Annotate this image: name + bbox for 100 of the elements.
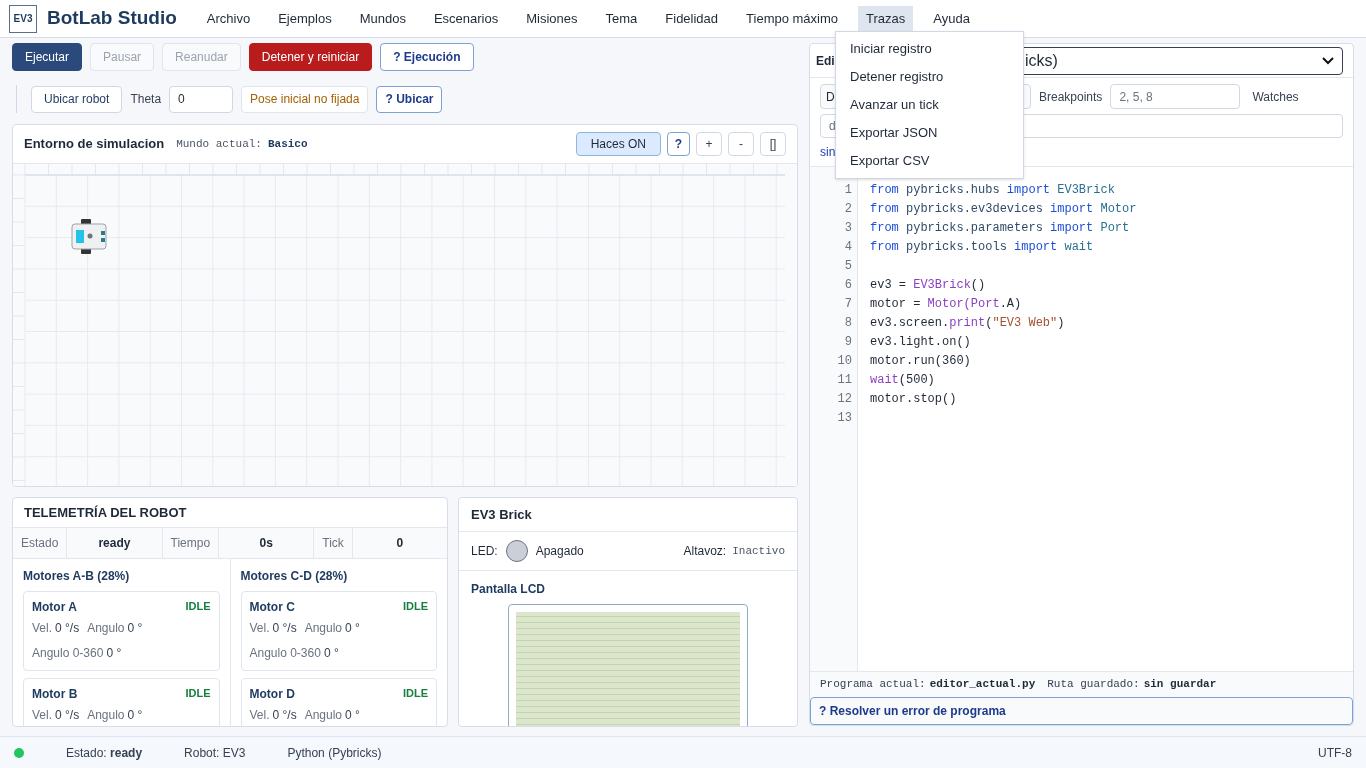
field-value: 0 °: [127, 707, 143, 724]
line-number: 5: [843, 258, 852, 275]
speaker-label: Altavoz:: [683, 543, 727, 560]
stat-value: 0s: [219, 528, 315, 558]
zoom-control[interactable]: -: [728, 132, 754, 156]
help-button[interactable]: ? Resolver un error de programa: [810, 697, 1353, 725]
theta-label: Theta: [130, 91, 162, 108]
zoom-control[interactable]: +: [696, 132, 722, 156]
field-label: Angulo: [304, 707, 343, 724]
zoom-control[interactable]: []: [760, 132, 786, 156]
lcd-title: Pantalla LCD: [470, 581, 546, 598]
code-line: from pybricks.hubs import EV3Brick: [870, 182, 1115, 199]
status-state: Estado: ready: [66, 744, 143, 762]
motor-status: IDLE: [185, 686, 211, 701]
field-value: 0 °: [323, 645, 339, 662]
motor-status: IDLE: [402, 599, 428, 614]
speaker-state: Inactivo: [732, 543, 785, 559]
group-title: Motores C-D (28%): [240, 568, 349, 585]
code-line: ev3 = EV3Brick(): [870, 277, 986, 294]
field-value: 0 °: [345, 620, 360, 637]
help-button[interactable]: ?: [667, 132, 690, 156]
motor-name: Motor D: [249, 686, 295, 703]
field-label: Vel.: [32, 707, 52, 724]
menu-item[interactable]: Mundos: [351, 5, 414, 32]
line-number: 10: [836, 353, 852, 370]
menu-item[interactable]: Escenarios: [425, 5, 507, 32]
code-line: wait(500): [870, 372, 935, 389]
help-button[interactable]: ? Ubicar: [376, 85, 443, 113]
field-label: Vel.: [249, 620, 270, 637]
place-robot-button[interactable]: Ubicar robot: [31, 85, 123, 113]
field-value: 0 °/s: [55, 707, 80, 724]
stat-value: 0: [395, 535, 405, 552]
pose-status: Pose inicial no fijada: [241, 85, 369, 113]
field-label: Vel.: [249, 707, 270, 724]
breakpoints-field[interactable]: 2, 5, 8: [1110, 84, 1241, 109]
code-line: from pybricks.ev3devices import Motor: [870, 201, 1137, 218]
path-value: sin guardar: [1143, 677, 1217, 693]
breakpoints-label: Breakpoints: [1039, 88, 1103, 106]
menu-item[interactable]: Ayuda: [925, 5, 978, 32]
toolbar-button[interactable]: Ejecutar: [12, 43, 83, 71]
menu-item[interactable]: Trazas: [858, 5, 914, 32]
code-line: from pybricks.parameters import Port: [870, 220, 1130, 237]
code-line: ev3.light.on(): [870, 334, 971, 351]
line-number: 9: [843, 334, 852, 351]
field-value: 0 °: [345, 707, 360, 724]
stat-value: ready: [67, 528, 163, 558]
toolbar-button[interactable]: ? Ejecución: [380, 43, 474, 71]
code-line: ev3.screen.print("EV3 Web"): [870, 315, 1065, 332]
line-number: 12: [836, 391, 852, 408]
led-state: Apagado: [535, 543, 584, 560]
field-label: Angulo: [87, 707, 125, 724]
motor-name: Motor B: [32, 686, 78, 703]
motor-name: Motor C: [249, 599, 295, 616]
panel-title: Edi: [816, 52, 836, 70]
line-number: 3: [843, 220, 852, 237]
world-name: Basico: [267, 136, 308, 152]
led-label: LED:: [471, 543, 498, 560]
field-value: 0 °/s: [272, 620, 297, 637]
editor-note: sin: [820, 144, 836, 161]
world-label: Mundo actual:: [176, 136, 262, 152]
field-label: Angulo: [304, 620, 343, 637]
stat-label: Tiempo: [162, 528, 220, 558]
line-number: 7: [843, 296, 852, 313]
code-line: motor = Motor(Port.A): [870, 296, 1022, 313]
menu-item[interactable]: Tema: [597, 5, 646, 32]
robot-icon[interactable]: [71, 219, 107, 254]
motor-status: IDLE: [402, 686, 428, 701]
status-robot: Robot: EV3: [184, 744, 246, 762]
menu-item[interactable]: Misiones: [518, 5, 586, 32]
line-number: 2: [843, 201, 852, 218]
field-value: 0 °: [106, 645, 122, 662]
panel-title: EV3 Brick: [459, 498, 797, 532]
stat-label: Tick: [314, 528, 353, 558]
menu-item[interactable]: Archivo: [198, 5, 259, 32]
menu-item[interactable]: Tiempo máximo: [738, 5, 847, 32]
line-number: 11: [836, 372, 852, 389]
status-encoding: UTF-8: [1318, 744, 1352, 762]
menu-option[interactable]: Exportar CSV: [836, 147, 1023, 175]
toolbar-button[interactable]: Detener y reiniciar: [248, 43, 373, 71]
theta-field[interactable]: 0: [169, 85, 234, 113]
line-number: 1: [843, 182, 852, 199]
line-number: 13: [836, 410, 852, 427]
code-line: motor.run(360): [870, 353, 971, 370]
field-label: Vel.: [32, 620, 52, 637]
app-logo: EV3: [9, 4, 37, 33]
app-title: BotLab Studio: [47, 6, 177, 31]
program-name: editor_actual.py: [929, 677, 1036, 693]
stat-label: Estado: [13, 528, 68, 558]
field-label: Angulo: [87, 620, 125, 637]
field-value: 0 °: [127, 620, 143, 637]
menu-item[interactable]: Ejemplos: [270, 5, 340, 32]
line-number: 4: [843, 239, 852, 256]
line-number: 6: [843, 277, 852, 294]
line-number: 8: [843, 315, 852, 332]
status-language: Python (Pybricks): [287, 744, 382, 762]
path-label: Ruta guardado:: [1047, 677, 1140, 693]
beams-toggle[interactable]: Haces ON: [575, 132, 661, 156]
code-line: from pybricks.tools import wait: [870, 239, 1094, 256]
menu-item[interactable]: Fidelidad: [657, 5, 727, 32]
group-title: Motores A-B (28%): [23, 568, 131, 585]
